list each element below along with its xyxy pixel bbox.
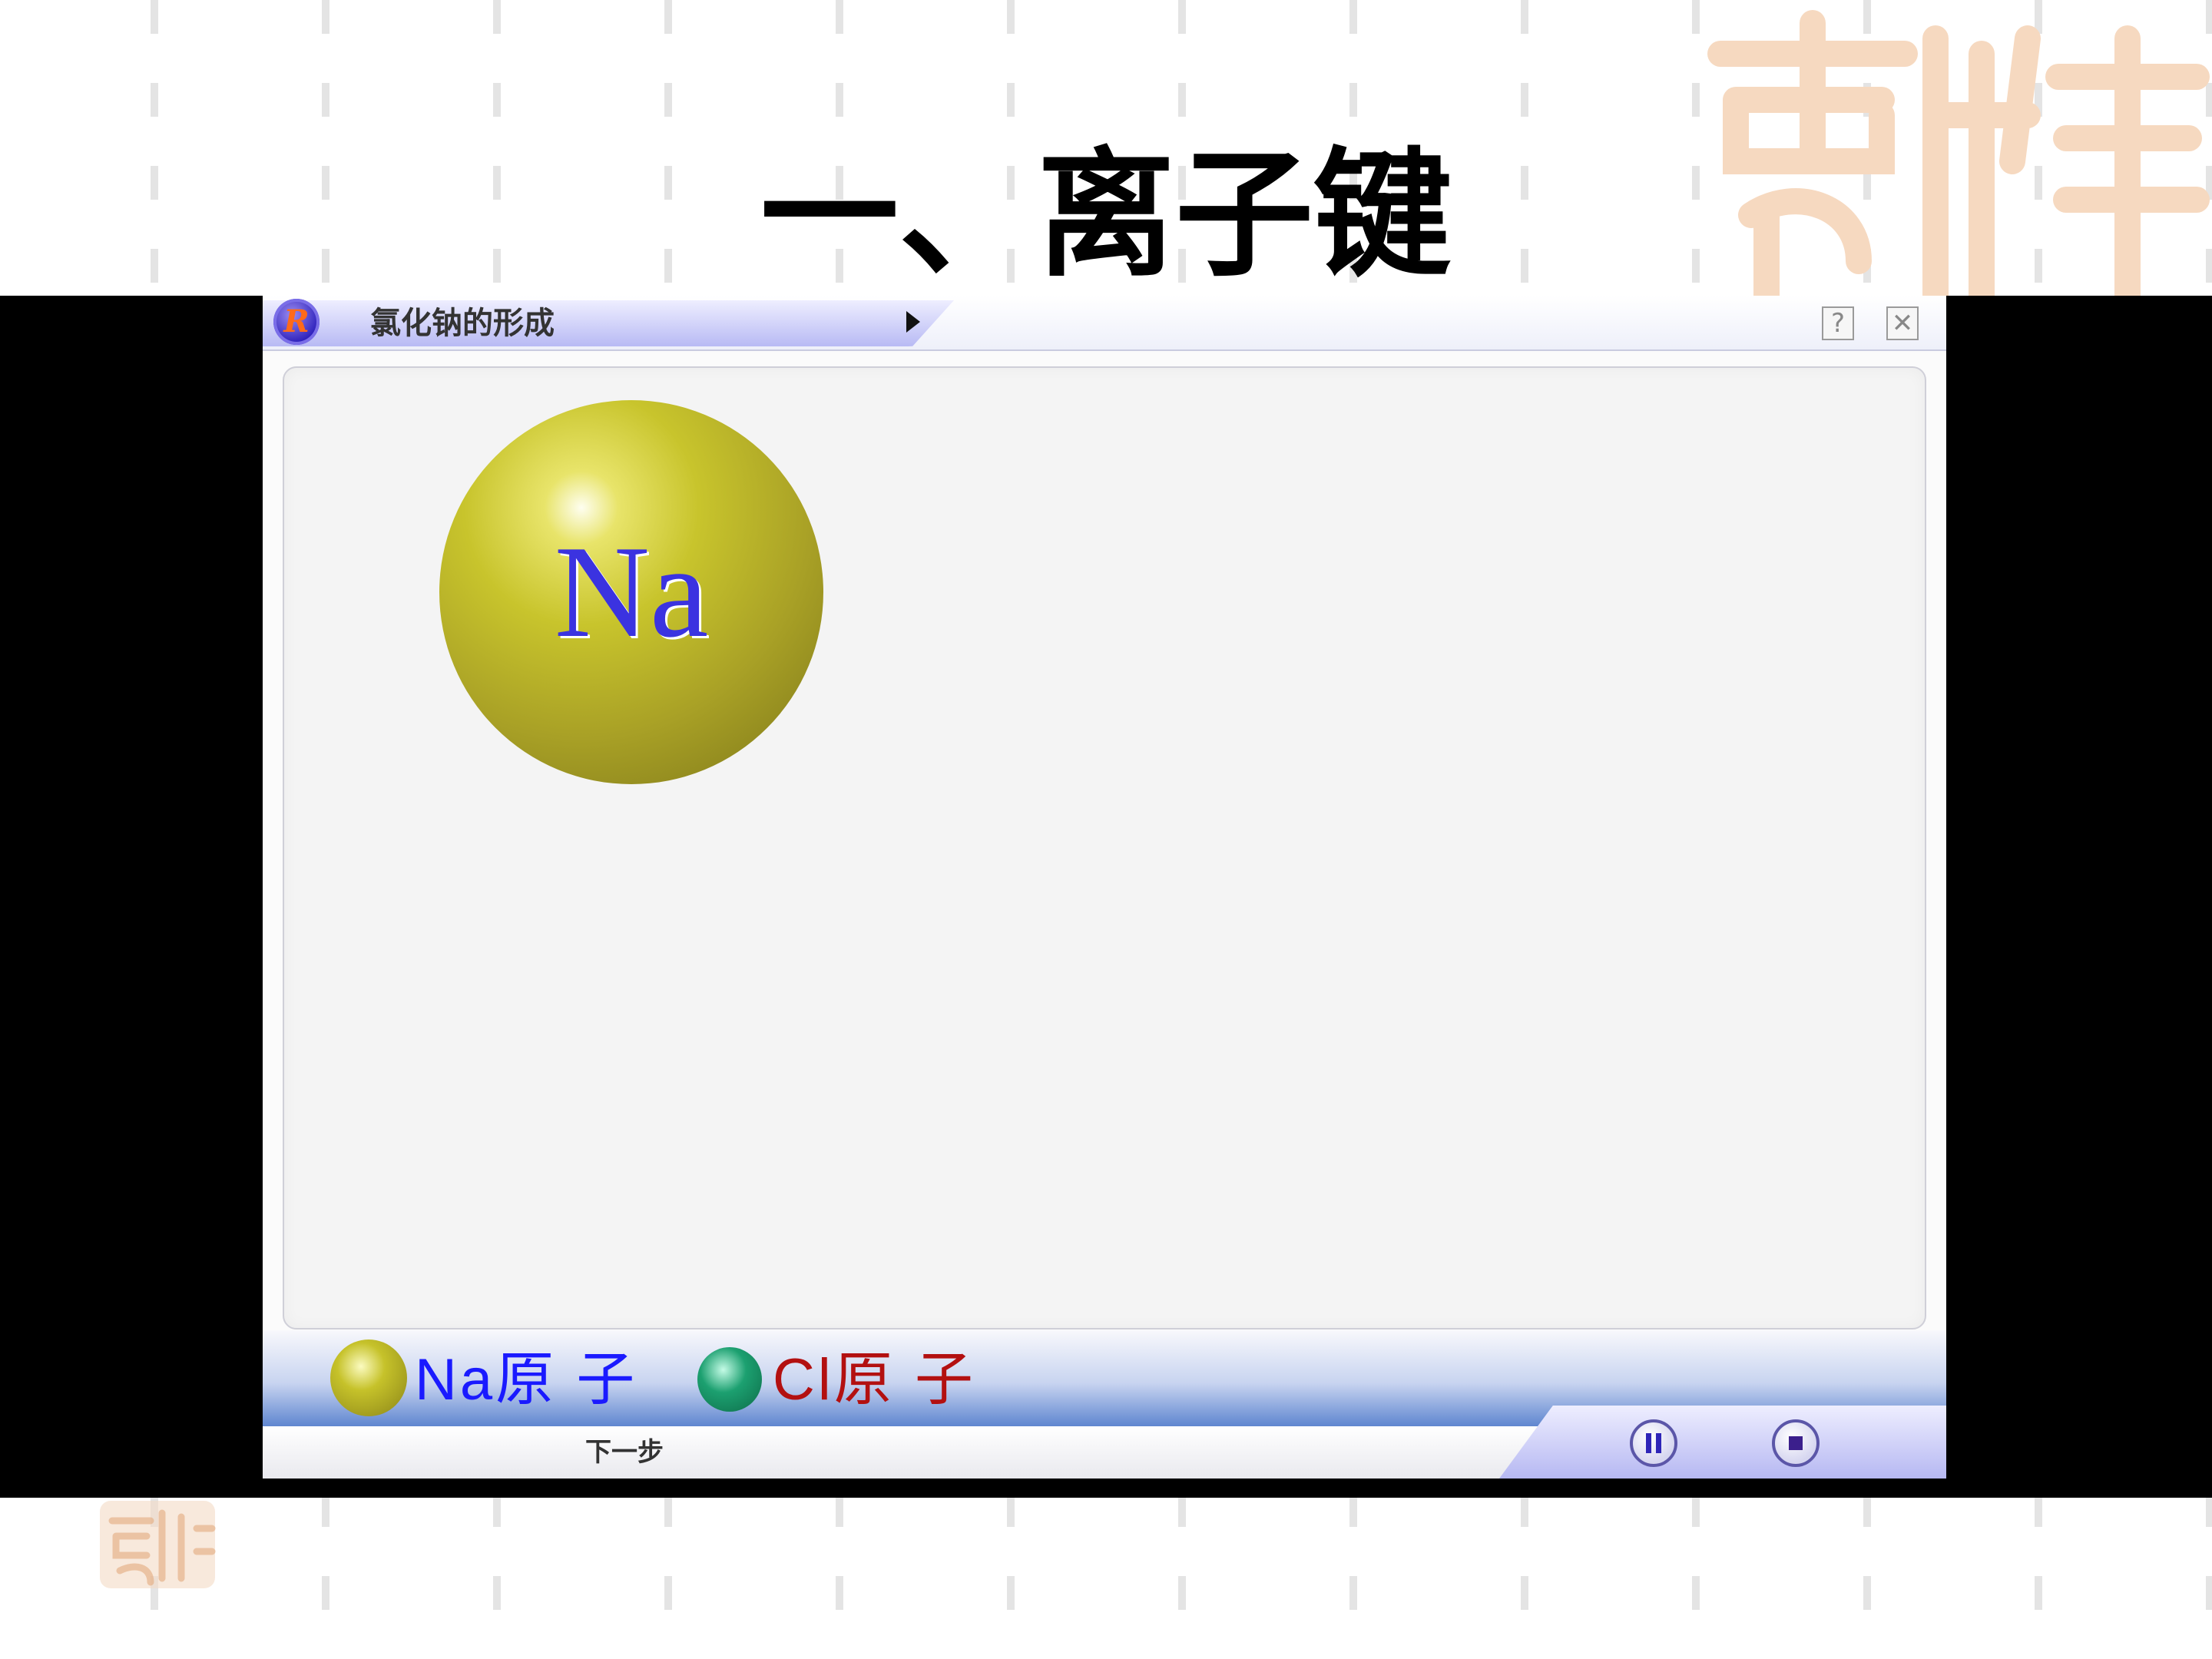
na-legend-ball-icon — [330, 1339, 407, 1416]
na-atom-label: Na — [554, 519, 709, 665]
animation-window: R 氯化钠的形成 ? ✕ Na Na原 子 Cl原 子 下一步 — [263, 296, 1946, 1479]
cl-legend-label: Cl原 子 — [773, 1347, 976, 1412]
playback-panel — [1499, 1406, 1946, 1479]
slide-title: 一、离子键 — [760, 134, 1452, 296]
window-titlebar: R 氯化钠的形成 ? ✕ — [263, 296, 1946, 351]
animation-stage: Na — [283, 366, 1926, 1330]
title-tab — [263, 300, 954, 346]
seal-logo-small — [97, 1498, 220, 1591]
pause-icon — [1646, 1433, 1651, 1453]
cl-legend-ball-icon — [697, 1347, 762, 1412]
stop-icon — [1789, 1436, 1803, 1450]
window-title: 氯化钠的形成 — [370, 305, 555, 341]
stop-button[interactable] — [1772, 1419, 1820, 1467]
na-atom-sphere: Na — [439, 400, 823, 784]
app-logo-icon: R — [273, 299, 320, 345]
help-button[interactable]: ? — [1822, 306, 1854, 340]
next-step-button[interactable]: 下一步 — [585, 1437, 664, 1468]
play-arrow-icon[interactable] — [906, 311, 920, 333]
na-legend-label: Na原 子 — [415, 1347, 638, 1412]
close-button[interactable]: ✕ — [1886, 306, 1919, 340]
pause-button[interactable] — [1630, 1419, 1677, 1467]
